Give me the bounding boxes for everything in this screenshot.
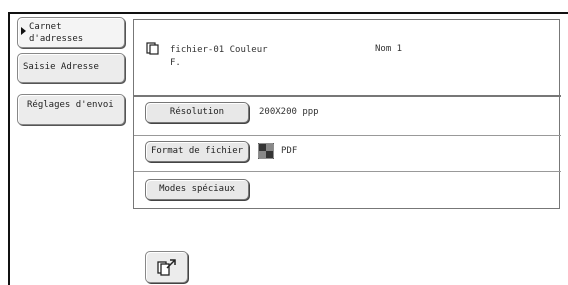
document-export-icon xyxy=(157,259,176,276)
address-book-label: Carnet d'adresses xyxy=(29,22,84,44)
send-settings-button[interactable]: Réglages d'envoi xyxy=(17,94,125,125)
file-format-label: Format de fichier xyxy=(150,146,244,156)
address-book-tab[interactable]: Carnet d'adresses xyxy=(17,17,125,48)
address-entry-label: Saisie Adresse xyxy=(23,62,99,72)
divider xyxy=(134,95,561,97)
divider xyxy=(134,135,561,136)
resolution-label: Résolution xyxy=(169,107,225,117)
resolution-button[interactable]: Résolution xyxy=(145,102,249,123)
file-format-button[interactable]: Format de fichier xyxy=(145,141,249,162)
special-modes-label: Modes spéciaux xyxy=(159,184,235,194)
destination-name: fichier-01 Couleur F. xyxy=(170,45,268,68)
divider xyxy=(134,171,561,172)
export-button[interactable] xyxy=(145,251,188,283)
destination-label: Nom 1 xyxy=(375,44,403,54)
file-format-value: PDF xyxy=(281,146,298,156)
resolution-value: 200X200 ppp xyxy=(259,107,319,117)
document-copy-icon xyxy=(146,42,159,55)
address-entry-button[interactable]: Saisie Adresse xyxy=(17,53,125,83)
special-modes-button[interactable]: Modes spéciaux xyxy=(145,179,249,200)
selected-arrow-icon xyxy=(21,27,26,35)
color-grid-icon xyxy=(258,143,274,159)
send-settings-label: Réglages d'envoi xyxy=(27,100,114,110)
settings-panel: fichier-01 Couleur F. Nom 1 Résolution 2… xyxy=(133,19,561,209)
